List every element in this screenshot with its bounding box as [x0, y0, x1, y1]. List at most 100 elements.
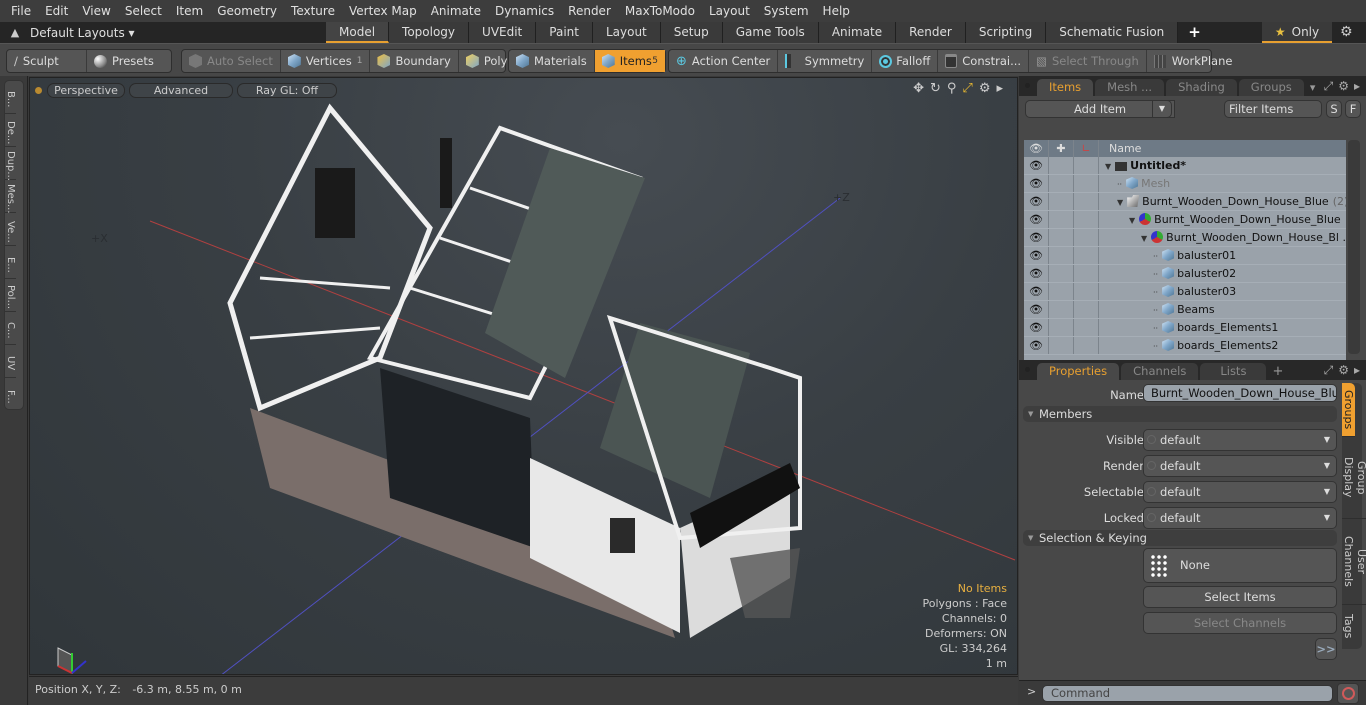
expand-arrow-icon[interactable]: ▸ — [996, 81, 1003, 96]
command-input[interactable]: Command — [1042, 685, 1333, 702]
add-panel-tab-button[interactable]: + — [1272, 363, 1283, 380]
menu-system[interactable]: System — [757, 0, 816, 22]
pan-icon[interactable]: ✥ — [913, 81, 924, 96]
add-tab-button[interactable]: + — [1178, 22, 1211, 43]
visibility-eye-icon[interactable]: 👁 — [1024, 175, 1049, 192]
visibility-eye-icon[interactable]: 👁 — [1024, 283, 1049, 300]
constraints-button[interactable]: Constrai... — [938, 50, 1030, 72]
members-section[interactable]: ▼ Members — [1023, 406, 1337, 422]
more-tabs-dropdown-icon[interactable]: ▾ — [1310, 79, 1316, 96]
tree-row[interactable]: 👁 ·· Beams — [1024, 301, 1346, 319]
auto-select-button[interactable]: Auto Select — [182, 50, 281, 72]
more-button[interactable]: >> — [1315, 638, 1337, 660]
3d-viewport[interactable]: +X +Z Perspective Advanced Ray GL: Off ✥… — [29, 77, 1018, 675]
expand-triangle-icon[interactable]: ▼ — [1141, 230, 1147, 246]
side-tab-tags[interactable]: Tags — [1342, 605, 1355, 647]
viewport-gear-icon[interactable]: ⚙ — [979, 81, 991, 96]
axis-cell[interactable] — [1074, 211, 1099, 228]
expand-triangle-icon[interactable]: ▼ — [1129, 212, 1135, 228]
tool-tab-vertex[interactable]: Ve... — [5, 213, 16, 246]
lock-cell[interactable] — [1049, 157, 1074, 174]
panel-gear-icon[interactable]: ⚙ — [1338, 79, 1349, 94]
expand-icon[interactable]: ⤢ — [1324, 79, 1334, 94]
tab-model[interactable]: Model — [326, 22, 390, 43]
items-button[interactable]: Items 5 — [594, 50, 665, 72]
filter-items-input[interactable]: Filter Items — [1224, 100, 1322, 118]
viewport-menu-dot[interactable] — [35, 86, 42, 94]
tab-mesh[interactable]: Mesh ... — [1095, 79, 1165, 96]
tree-scrollbar[interactable] — [1348, 140, 1360, 354]
lock-cell[interactable] — [1049, 301, 1074, 318]
lock-cell[interactable] — [1049, 319, 1074, 336]
locked-dropdown[interactable]: default ▼ — [1143, 507, 1337, 529]
name-column-header[interactable]: Name — [1099, 140, 1141, 157]
tool-tab-duplicate[interactable]: Dup... — [5, 147, 16, 180]
workplane-button[interactable]: WorkPlane — [1147, 50, 1240, 72]
menu-dynamics[interactable]: Dynamics — [488, 0, 561, 22]
axis-cell[interactable] — [1074, 283, 1099, 300]
menu-maxtomodo[interactable]: MaxToModo — [618, 0, 702, 22]
tool-tab-fusion[interactable]: F... — [5, 378, 16, 411]
visibility-eye-icon[interactable]: 👁 — [1024, 247, 1049, 264]
lock-cell[interactable] — [1049, 337, 1074, 354]
visibility-eye-icon[interactable]: 👁 — [1024, 301, 1049, 318]
axis-cell[interactable] — [1074, 175, 1099, 192]
tree-row[interactable]: 👁 ·· boards_Elements2 — [1024, 337, 1346, 355]
s-button[interactable]: S — [1326, 100, 1342, 118]
lock-cell[interactable] — [1049, 283, 1074, 300]
visibility-eye-icon[interactable]: 👁 — [1024, 337, 1049, 354]
menu-vertex-map[interactable]: Vertex Map — [342, 0, 424, 22]
visibility-eye-icon[interactable]: 👁 — [1024, 157, 1049, 174]
collapse-arrow-icon[interactable]: ▲ — [0, 26, 30, 39]
expand-triangle-icon[interactable]: ▼ — [1105, 158, 1111, 174]
only-toggle[interactable]: ★ Only — [1262, 22, 1332, 43]
tree-item-name[interactable]: ·· boards_Elements1 — [1099, 319, 1346, 336]
tree-item-name[interactable]: ·· boards_Elements2 — [1099, 337, 1346, 354]
tree-item-name[interactable]: ·· baluster02 — [1099, 265, 1346, 282]
menu-view[interactable]: View — [75, 0, 117, 22]
tab-render[interactable]: Render — [896, 22, 966, 43]
expand-icon[interactable]: ⤢ — [1324, 363, 1334, 378]
tool-tab-mesh-edit[interactable]: Mes... — [5, 180, 16, 213]
menu-help[interactable]: Help — [816, 0, 857, 22]
tree-row[interactable]: 👁 ▼ Burnt_Wooden_Down_House_Bl ... — [1024, 229, 1346, 247]
axis-cell[interactable] — [1074, 337, 1099, 354]
tab-lists[interactable]: Lists — [1200, 363, 1267, 380]
tree-item-name[interactable]: ·· Beams — [1099, 301, 1346, 318]
visibility-eye-icon[interactable]: 👁 — [1024, 229, 1049, 246]
vertices-button[interactable]: Vertices 1 — [281, 50, 371, 72]
tab-channels[interactable]: Channels — [1121, 363, 1199, 380]
view-mode-button[interactable]: Perspective — [47, 82, 125, 98]
tree-row[interactable]: 👁 ·· baluster02 — [1024, 265, 1346, 283]
maximize-icon[interactable]: ⤢ — [962, 81, 972, 96]
axis-cell[interactable] — [1074, 229, 1099, 246]
expand-triangle-icon[interactable]: ▼ — [1117, 194, 1123, 210]
tab-uvedit[interactable]: UVEdit — [469, 22, 537, 43]
axis-cell[interactable] — [1074, 301, 1099, 318]
tool-tab-uv[interactable]: UV — [5, 345, 16, 378]
layouts-dropdown[interactable]: Default Layouts ▾ — [30, 26, 310, 40]
tab-setup[interactable]: Setup — [660, 22, 723, 43]
tree-item-name[interactable]: ▼ Burnt_Wooden_Down_House_Bl ... — [1099, 229, 1346, 246]
raygl-button[interactable]: Ray GL: Off — [237, 82, 337, 98]
tab-paint[interactable]: Paint — [536, 22, 593, 43]
gear-icon[interactable]: ⚙ — [1340, 24, 1353, 40]
tab-properties[interactable]: Properties — [1037, 363, 1120, 380]
tree-row[interactable]: 👁 ▼Burnt_Wooden_Down_House_Blue(2) — [1024, 193, 1346, 211]
tree-row[interactable]: 👁 ▼ Burnt_Wooden_Down_House_Blue — [1024, 211, 1346, 229]
menu-render[interactable]: Render — [561, 0, 618, 22]
tab-groups[interactable]: Groups — [1238, 79, 1304, 96]
visibility-eye-icon[interactable]: 👁 — [1024, 193, 1049, 210]
menu-file[interactable]: File — [4, 0, 38, 22]
add-item-dropdown[interactable]: ▼ — [1152, 100, 1172, 118]
side-tab-user-channels[interactable]: User Channels — [1342, 519, 1366, 605]
lock-cell[interactable] — [1049, 175, 1074, 192]
tab-shading[interactable]: Shading — [1166, 79, 1237, 96]
sculpt-button[interactable]: ∕ Sculpt — [7, 50, 87, 72]
render-dropdown[interactable]: default ▼ — [1143, 455, 1337, 477]
menu-item[interactable]: Item — [169, 0, 210, 22]
tool-tab-basic[interactable]: B... — [5, 81, 16, 114]
rotate-icon[interactable]: ↻ — [930, 81, 941, 96]
tree-row[interactable]: 👁 ▼ Untitled* — [1024, 157, 1346, 175]
tool-tab-polygon[interactable]: Pol... — [5, 279, 16, 312]
